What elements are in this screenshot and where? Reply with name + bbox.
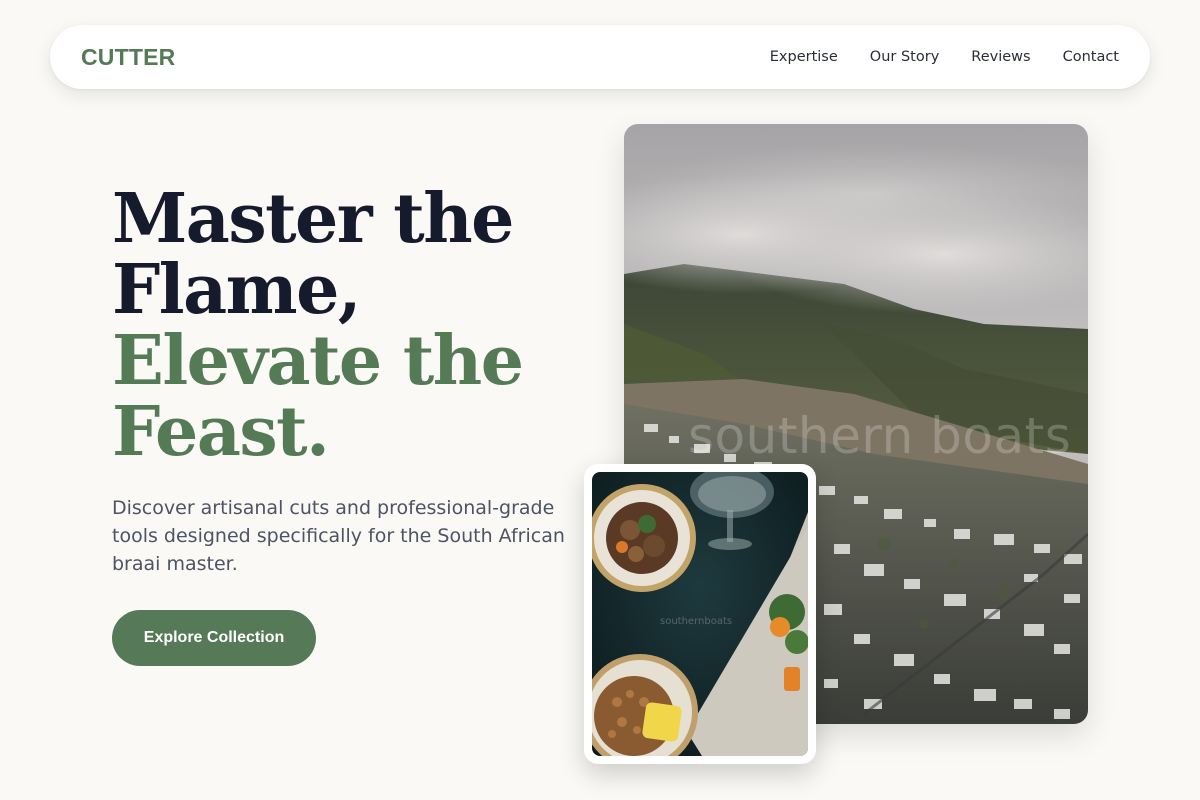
explore-collection-button[interactable]: Explore Collection xyxy=(112,610,316,666)
brand-logo[interactable]: CUTTER xyxy=(81,44,175,71)
hero-title-accent-line: Elevate the xyxy=(112,321,524,401)
nav-links: Expertise Our Story Reviews Contact xyxy=(770,49,1119,65)
nav-link-reviews[interactable]: Reviews xyxy=(971,49,1030,65)
nav-link-contact[interactable]: Contact xyxy=(1063,49,1119,65)
hero-title-line: Flame, xyxy=(112,250,362,330)
food-image-card: southernboats xyxy=(584,464,816,764)
food-image: southernboats xyxy=(592,472,808,756)
hero-subtitle: Discover artisanal cuts and professional… xyxy=(112,497,565,575)
nav-link-our-story[interactable]: Our Story xyxy=(870,49,939,65)
hero-title: Master the Flame, Elevate the Feast. xyxy=(112,184,582,468)
top-navbar: CUTTER Expertise Our Story Reviews Conta… xyxy=(50,25,1150,89)
food-illustration xyxy=(592,472,808,756)
nav-link-expertise[interactable]: Expertise xyxy=(770,49,838,65)
image-watermark: southern boats xyxy=(688,407,1072,465)
hero-title-accent-line: Feast. xyxy=(112,392,330,472)
image-watermark: southernboats xyxy=(660,616,733,627)
hero-title-line: Master the xyxy=(112,179,514,259)
page: CUTTER Expertise Our Story Reviews Conta… xyxy=(0,0,1200,800)
